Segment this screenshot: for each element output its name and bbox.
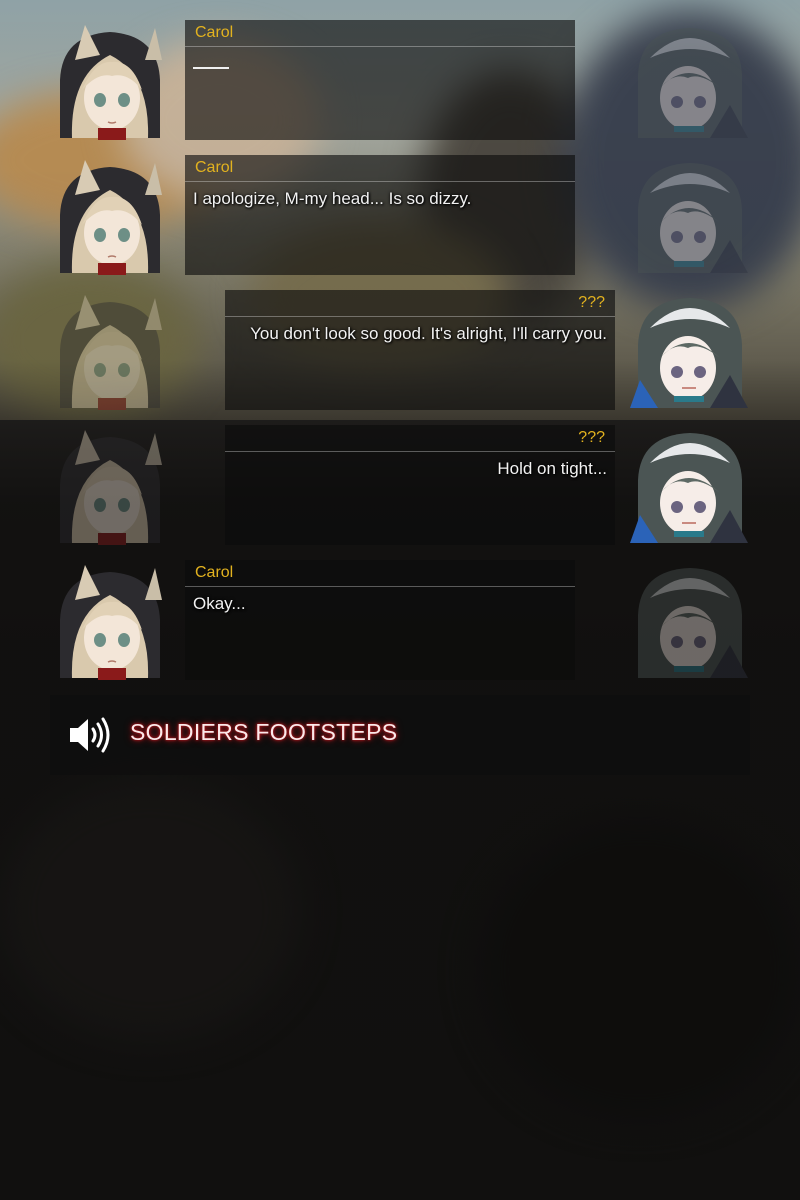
stranger-portrait xyxy=(630,155,750,275)
stranger-portrait xyxy=(630,20,750,140)
sound-effect-bar: SOLDIERS FOOTSTEPS xyxy=(50,695,750,775)
dialogue-row: Carol Okay... xyxy=(0,560,800,680)
dialogue-row: Carol xyxy=(0,20,800,140)
carol-portrait xyxy=(50,155,170,275)
carol-portrait xyxy=(50,425,170,545)
dialogue-text xyxy=(185,47,575,75)
dialogue-text: Okay... xyxy=(193,594,246,613)
stranger-portrait xyxy=(630,425,750,545)
dialogue-box: Carol Okay... xyxy=(185,560,575,680)
ellipsis-dash xyxy=(193,67,229,69)
sound-effect-label: SOLDIERS FOOTSTEPS xyxy=(130,719,398,745)
dialogue-box: Carol I apologize, M-my head... Is so di… xyxy=(185,155,575,275)
speaker-name: Carol xyxy=(185,560,575,587)
dialogue-text: I apologize, M-my head... Is so dizzy. xyxy=(193,189,472,208)
speaker-name: ??? xyxy=(225,290,615,317)
dialogue-box: ??? You don't look so good. It's alright… xyxy=(225,290,615,410)
stranger-portrait xyxy=(630,560,750,680)
dialogue-box: Carol xyxy=(185,20,575,140)
dialogue-box: ??? Hold on tight... xyxy=(225,425,615,545)
speaker-name: Carol xyxy=(185,20,575,47)
dialogue-row: Carol I apologize, M-my head... Is so di… xyxy=(0,155,800,275)
carol-portrait xyxy=(50,560,170,680)
stranger-portrait xyxy=(630,290,750,410)
dialogue-row: ??? You don't look so good. It's alright… xyxy=(0,290,800,410)
speaker-name: Carol xyxy=(185,155,575,182)
carol-portrait xyxy=(50,20,170,140)
carol-portrait xyxy=(50,290,170,410)
dialogue-text: Hold on tight... xyxy=(497,459,607,478)
speaker-name: ??? xyxy=(225,425,615,452)
speaker-icon xyxy=(68,715,112,755)
dialogue-text: You don't look so good. It's alright, I'… xyxy=(250,324,607,343)
dialogue-row: ??? Hold on tight... xyxy=(0,425,800,545)
